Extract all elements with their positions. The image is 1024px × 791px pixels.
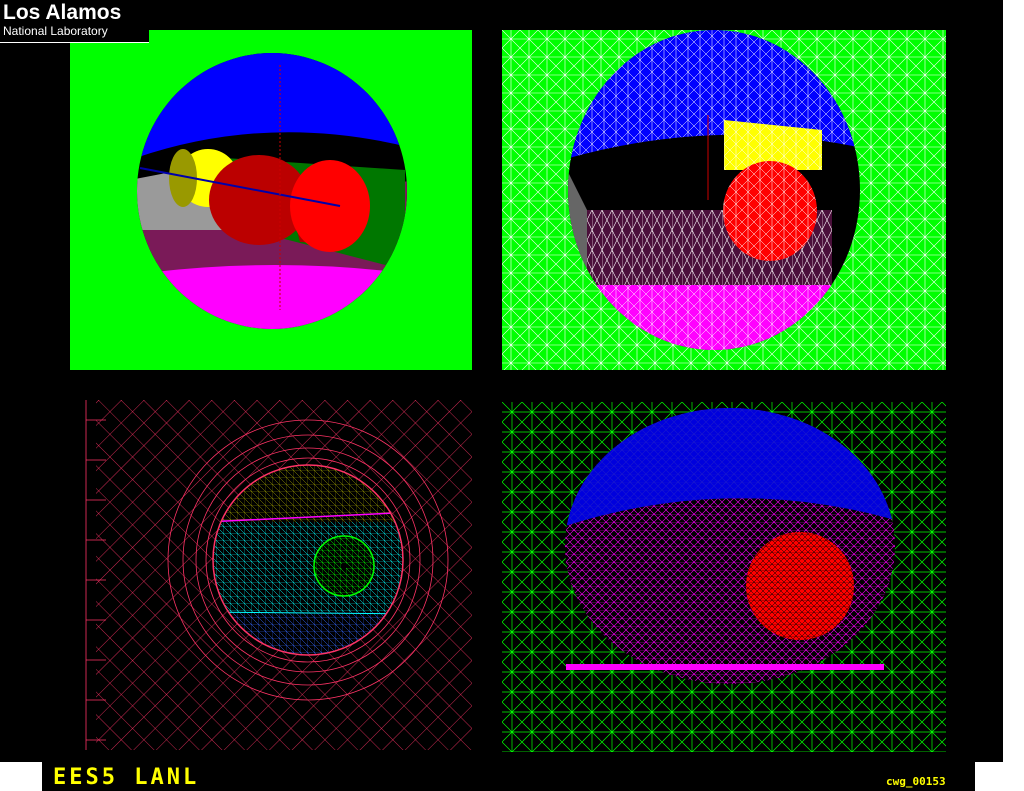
quad-mesh-slice-view [76, 400, 472, 750]
footer-image-id: cwg_00153 [886, 775, 946, 788]
logo-subtitle: National Laboratory [3, 24, 108, 38]
tri-mesh-slice-view [502, 402, 946, 752]
wireframe-mesh-view [502, 30, 946, 370]
logo-title: Los Alamos [3, 1, 122, 24]
footer-left-label: EES5 LANL [53, 765, 200, 790]
footer-left-margin [0, 762, 42, 791]
lanl-logo: Los Alamos National Laboratory [0, 0, 149, 43]
right-margin [1003, 0, 1024, 791]
footer-right-margin [975, 762, 1024, 791]
solid-geometry-view [70, 30, 472, 370]
